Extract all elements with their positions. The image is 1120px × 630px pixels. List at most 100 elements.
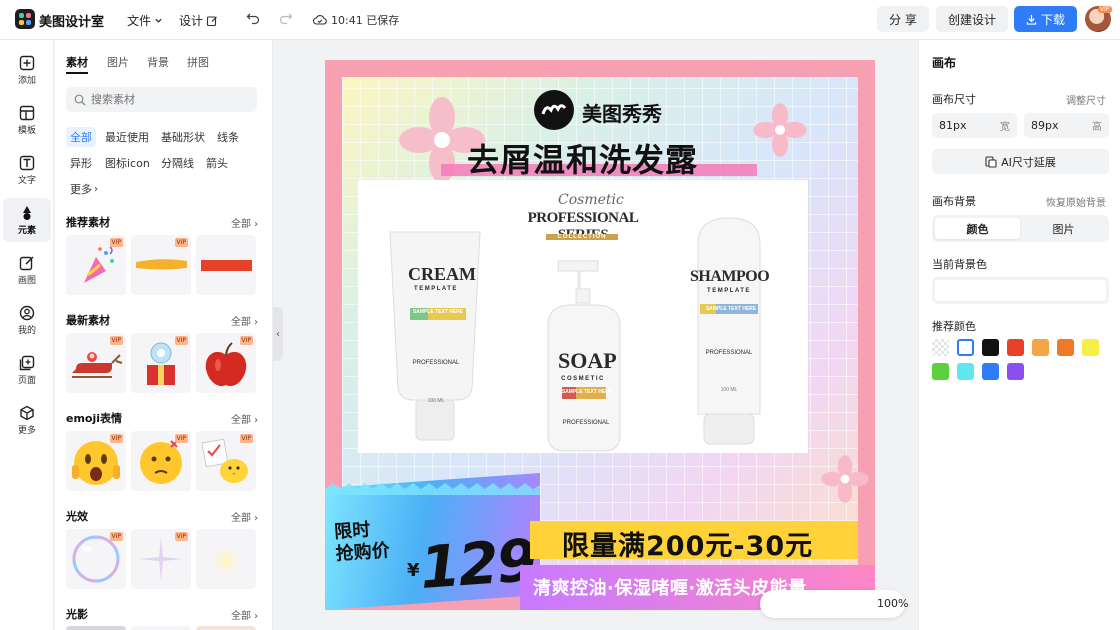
asset-shadow-3[interactable] <box>196 626 256 630</box>
asset-shadow-1[interactable] <box>66 626 126 630</box>
left-rail: 添加 模板 文字 元素 画图 我的 页面 更多 <box>0 40 54 630</box>
height-value[interactable]: 89px <box>1031 119 1059 132</box>
text-icon <box>19 155 35 170</box>
shampoo-sub-label: TEMPLATE <box>707 288 751 294</box>
rail-item-template[interactable]: 模板 <box>3 98 51 142</box>
tab-images[interactable]: 图片 <box>107 54 129 70</box>
cream-sub-label: TEMPLATE <box>414 286 458 292</box>
bg-type-image[interactable]: 图片 <box>1021 218 1106 239</box>
meitu-logo-icon[interactable] <box>534 90 574 130</box>
asset-yellow-stroke[interactable]: VIP <box>131 235 191 295</box>
swatch-white[interactable] <box>957 339 974 356</box>
download-button[interactable]: 下载 <box>1014 6 1077 32</box>
section-all-light-shadow[interactable]: 全部 › <box>231 607 258 622</box>
create-design-button[interactable]: 创建设计 <box>936 6 1008 32</box>
design-menu[interactable]: 设计 <box>179 12 218 29</box>
vip-badge: VIP <box>109 336 123 345</box>
asset-bubble[interactable]: VIP <box>66 529 126 589</box>
product-photo[interactable]: Cosmetic PROFESSIONAL SERIES COLLECTION … <box>358 180 808 453</box>
brand-name[interactable]: 美图秀秀 <box>582 98 662 127</box>
asset-red-apple[interactable]: VIP <box>196 333 256 393</box>
tab-collage[interactable]: 拼图 <box>187 54 209 70</box>
swatch-orange[interactable] <box>1057 339 1074 356</box>
promo-text[interactable]: 限量满200元-30元 <box>562 524 813 563</box>
asset-shadow-2[interactable] <box>131 626 191 630</box>
section-all-light-effects[interactable]: 全部 › <box>231 509 258 524</box>
undo-icon[interactable] <box>246 11 260 25</box>
swatch-purple[interactable] <box>1007 363 1024 380</box>
zoom-value[interactable]: 100% <box>877 597 908 610</box>
rail-item-text[interactable]: 文字 <box>3 148 51 192</box>
section-all-recommended[interactable]: 全部 › <box>231 215 258 230</box>
tab-backgrounds[interactable]: 背景 <box>147 54 169 70</box>
section-all-emoji[interactable]: 全部 › <box>231 411 258 426</box>
vip-badge: VIP <box>109 434 123 443</box>
rail-item-add[interactable]: 添加 <box>3 48 51 92</box>
rail-item-draw[interactable]: 画图 <box>3 248 51 292</box>
swatch-black[interactable] <box>982 339 999 356</box>
chip-lines[interactable]: 线条 <box>213 127 243 147</box>
rail-item-more[interactable]: 更多 <box>3 398 51 442</box>
poster-headline[interactable]: 去屑温和洗发露 <box>467 135 698 181</box>
asset-party-popper[interactable]: VIP <box>66 235 126 295</box>
design-canvas[interactable]: 美图秀秀 去屑温和洗发露 Cosmetic PROFESSIONAL SERIE… <box>325 60 875 610</box>
vip-badge: VIP <box>239 336 253 345</box>
swatch-yellow[interactable] <box>1082 339 1099 356</box>
vip-badge: VIP <box>174 532 188 541</box>
ai-expand-button[interactable]: AI尺寸延展 <box>932 149 1109 174</box>
price-currency[interactable]: ¥ <box>407 560 420 581</box>
resize-link[interactable]: 调整尺寸 <box>1066 92 1106 107</box>
current-color-field[interactable] <box>932 277 1109 304</box>
current-color-preview <box>935 280 1106 301</box>
asset-red-bar[interactable] <box>196 235 256 295</box>
search-input[interactable] <box>91 93 241 106</box>
bg-type-color[interactable]: 颜色 <box>935 218 1020 239</box>
chip-icons[interactable]: 图标icon <box>101 153 154 173</box>
panel-collapse-handle[interactable]: ‹ <box>273 307 283 361</box>
reset-bg-link[interactable]: 恢复原始背景 <box>1046 194 1106 209</box>
section-all-latest[interactable]: 全部 › <box>231 313 258 328</box>
height-field[interactable]: 89px 高 <box>1024 113 1109 138</box>
swatch-light-orange[interactable] <box>1032 339 1049 356</box>
save-status-text: 10:41 已保存 <box>331 14 400 27</box>
app-title[interactable]: 美图设计室 <box>39 11 104 30</box>
swatch-transparent[interactable] <box>932 339 949 356</box>
rail-label-template: 模板 <box>17 125 36 136</box>
chip-arrows[interactable]: 箭头 <box>202 153 232 173</box>
asset-santa-sleigh[interactable]: VIP <box>66 333 126 393</box>
chip-more[interactable]: 更多 › <box>66 179 102 199</box>
file-menu[interactable]: 文件 <box>127 12 163 29</box>
redo-icon[interactable] <box>279 11 293 25</box>
chevron-right-icon: › <box>94 183 98 195</box>
chevron-down-icon <box>155 18 162 23</box>
limited-time-text[interactable]: 限时 抢购价 <box>334 518 391 566</box>
asset-checklist-chick[interactable]: VIP <box>196 431 256 491</box>
swatch-cyan[interactable] <box>957 363 974 380</box>
app-logo-icon[interactable] <box>15 9 35 29</box>
asset-thinking-emoji[interactable]: VIP <box>131 431 191 491</box>
swatch-red[interactable] <box>1007 339 1024 356</box>
rail-item-elements[interactable]: 元素 <box>3 198 51 242</box>
chip-irregular[interactable]: 异形 <box>66 153 96 173</box>
tab-materials[interactable]: 素材 <box>66 54 88 70</box>
rail-item-pages[interactable]: 页面 <box>3 348 51 392</box>
chip-basic-shapes[interactable]: 基础形状 <box>157 127 209 147</box>
asset-shocked-emoji[interactable]: VIP <box>66 431 126 491</box>
edit-icon <box>206 15 217 26</box>
chip-all[interactable]: 全部 <box>66 127 96 147</box>
chip-recent[interactable]: 最近使用 <box>101 127 153 147</box>
asset-sparkle[interactable]: VIP <box>131 529 191 589</box>
width-field[interactable]: 81px 宽 <box>932 113 1017 138</box>
swatch-green[interactable] <box>932 363 949 380</box>
chip-dividers[interactable]: 分隔线 <box>157 153 198 173</box>
canvas-bg-label: 画布背景 <box>932 195 976 208</box>
asset-glow[interactable] <box>196 529 256 589</box>
asset-christmas-gift[interactable]: VIP <box>131 333 191 393</box>
swatch-blue[interactable] <box>982 363 999 380</box>
width-value[interactable]: 81px <box>939 119 967 132</box>
collection-label: COLLECTION <box>546 234 618 240</box>
user-vip-badge: VIP <box>1098 6 1112 13</box>
share-button[interactable]: 分 享 <box>877 6 929 32</box>
rail-item-mine[interactable]: 我的 <box>3 298 51 342</box>
search-box[interactable] <box>66 87 257 112</box>
